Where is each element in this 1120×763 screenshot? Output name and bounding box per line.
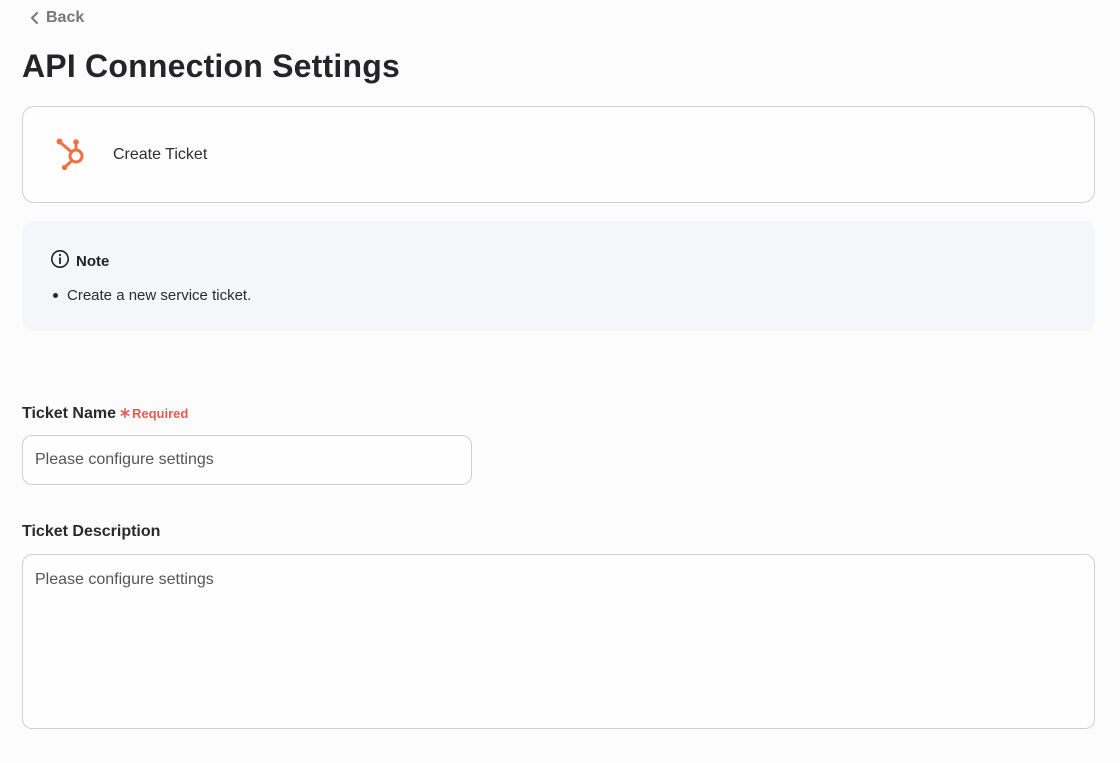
note-item-text: Create a new service ticket. xyxy=(67,287,252,304)
chevron-left-icon xyxy=(30,12,40,24)
ticket-name-label: Ticket Name Required xyxy=(22,405,188,423)
required-badge: Required xyxy=(120,406,188,421)
back-button[interactable]: Back xyxy=(30,9,84,27)
hubspot-icon xyxy=(53,136,91,174)
ticket-name-label-text: Ticket Name xyxy=(22,405,116,422)
asterisk-icon xyxy=(120,406,130,421)
note-heading: Note xyxy=(50,249,1067,273)
note-panel: Note Create a new service ticket. xyxy=(22,221,1095,331)
required-label: Required xyxy=(131,406,189,421)
bullet-icon xyxy=(53,293,58,298)
note-heading-label: Note xyxy=(76,252,110,270)
list-item: Create a new service ticket. xyxy=(50,287,1067,304)
back-label: Back xyxy=(46,9,85,26)
ticket-name-input[interactable] xyxy=(22,435,472,485)
ticket-description-textarea[interactable] xyxy=(22,554,1095,729)
integration-card: Create Ticket xyxy=(22,106,1095,203)
ticket-description-label: Ticket Description xyxy=(22,523,160,541)
info-icon xyxy=(50,249,70,273)
integration-action-name: Create Ticket xyxy=(113,145,208,163)
page-title: API Connection Settings xyxy=(22,48,400,84)
ticket-description-label-text: Ticket Description xyxy=(22,523,161,540)
note-list: Create a new service ticket. xyxy=(50,287,1067,304)
